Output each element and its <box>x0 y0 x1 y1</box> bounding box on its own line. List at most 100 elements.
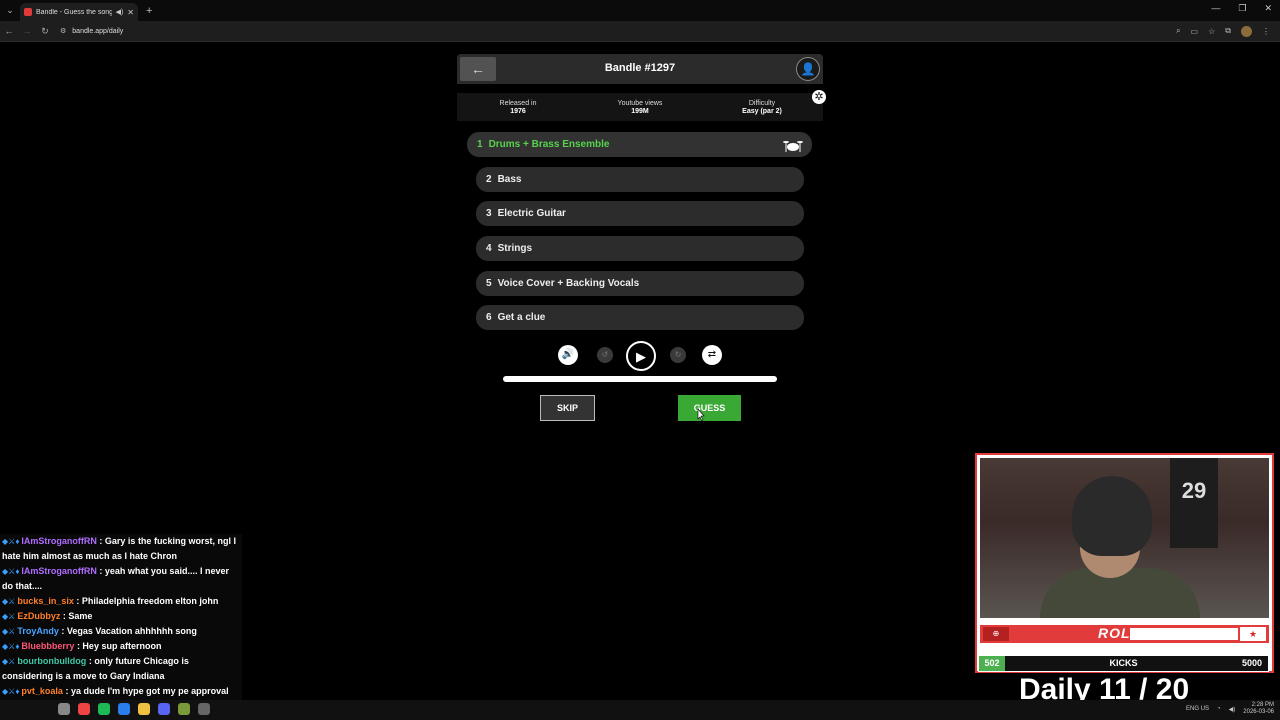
taskbar-apps <box>58 703 210 715</box>
chat-badges-icon: ◆⚔ <box>2 627 16 636</box>
tab-close-icon[interactable]: ✕ <box>127 8 134 17</box>
instrument-rounds-list: 1 Drums + Brass Ensemble 2 Bass 3 Electr… <box>467 132 812 340</box>
skip-button[interactable]: SKIP <box>540 395 595 421</box>
chat-message: ◆⚔ bourbonbulldog : only future Chicago i… <box>2 654 242 684</box>
round-number: 1 <box>477 139 483 150</box>
kicks-goal-bar: 502 KICKS 5000 <box>978 655 1269 672</box>
stat-label: Youtube views <box>617 99 663 107</box>
chat-username: bourbonbulldog <box>17 656 87 666</box>
song-stats-bar: Released in 1976 Youtube views 199M Diff… <box>457 93 823 121</box>
browser-toolbar: ← → ↻ ⚙ bandle.app/daily ⌕ ▭ ☆ ⧉ ⋮ <box>0 21 1280 42</box>
repeat-off-icon[interactable]: ⇄ <box>702 345 722 365</box>
stat-value: 1976 <box>510 107 526 115</box>
round-number: 6 <box>486 312 492 324</box>
forward-icon[interactable]: ↻ <box>670 347 686 363</box>
site-info-icon[interactable]: ⚙ <box>60 27 66 35</box>
chat-message: ◆⚔♦ IAmStroganoffRN : Gary is the fucking… <box>2 534 242 564</box>
language-indicator[interactable]: ENG US <box>1186 706 1209 712</box>
play-button[interactable]: ▶ <box>626 341 656 371</box>
chat-badges-icon: ◆⚔♦ <box>2 642 20 651</box>
taskbar-folder-icon[interactable] <box>138 703 150 715</box>
forward-nav-icon[interactable]: → <box>18 26 36 36</box>
streamer-cap <box>1072 476 1152 556</box>
kicks-max: 5000 <box>1241 658 1262 668</box>
user-profile-icon[interactable]: 👤 <box>796 57 820 81</box>
stat-label: Released in <box>499 99 537 107</box>
new-tab-button[interactable]: + <box>146 5 152 17</box>
bookmark-star-icon[interactable]: ☆ <box>1208 27 1215 36</box>
close-window-button[interactable]: ✕ <box>1264 3 1272 14</box>
taskbar-spotify-icon[interactable] <box>98 703 110 715</box>
cast-icon[interactable]: ▭ <box>1191 27 1199 36</box>
chat-badges-icon: ◆⚔ <box>2 612 16 621</box>
page-title: Bandle #1297 <box>604 62 676 74</box>
volume-icon[interactable]: 🔊 <box>558 345 578 365</box>
audio-progress-bar[interactable] <box>503 376 777 382</box>
toolbar-actions: ⌕ ▭ ☆ ⧉ ⋮ <box>1176 25 1270 37</box>
browser-tab[interactable]: Bandle - Guess the song, o ◀) ✕ <box>20 3 138 21</box>
round-item-1[interactable]: 1 Drums + Brass Ensemble <box>467 132 812 157</box>
menu-kebab-icon[interactable]: ⋮ <box>1262 27 1270 36</box>
clock-date: 2026-03-06 <box>1243 709 1274 715</box>
round-item-3[interactable]: 3 Electric Guitar <box>476 201 804 227</box>
address-bar[interactable]: ⚙ bandle.app/daily <box>60 24 1176 39</box>
chat-badges-icon: ◆⚔♦ <box>2 567 20 576</box>
wifi-icon[interactable]: ◔ <box>1217 706 1221 712</box>
zoom-icon[interactable]: ⌕ <box>1176 26 1180 36</box>
minimize-button[interactable]: — <box>1211 3 1220 14</box>
settings-gear-icon[interactable]: ✲ <box>812 90 826 104</box>
round-item-5[interactable]: 5 Voice Cover + Backing Vocals <box>476 270 804 296</box>
clock[interactable]: 2:28 PM 2026-03-06 <box>1243 702 1274 716</box>
jersey-number: 29 <box>1170 458 1218 548</box>
tab-strip: ⌄ Bandle - Guess the song, o ◀) ✕ + — ❐ … <box>0 0 1280 21</box>
taskbar-search-icon[interactable] <box>58 703 70 715</box>
taskbar-browser-icon[interactable] <box>78 703 90 715</box>
stat-youtube-views: Youtube views 199M <box>585 100 695 115</box>
chat-text: : Hey sup afternoon <box>76 641 162 651</box>
round-item-2[interactable]: 2 Bass <box>476 166 804 192</box>
chat-message: ◆⚔ TroyAndy : Vegas Vacation ahhhhhh song <box>2 624 242 639</box>
os-taskbar: ENG US ◔ ◀) 2:28 PM 2026-03-06 <box>0 700 1280 720</box>
webcam-feed: 29 <box>980 458 1269 618</box>
window-controls: — ❐ ✕ <box>1211 3 1272 14</box>
chat-message: ◆⚔♦ IAmStroganoffRN : yeah what you said.… <box>2 564 242 594</box>
speaker-icon[interactable]: ◀) <box>1229 706 1236 713</box>
chat-text: : Same <box>62 611 93 621</box>
stat-value: Easy (par 2) <box>742 107 782 115</box>
guess-button[interactable]: GUESS <box>678 395 741 421</box>
round-item-4[interactable]: 4 Strings <box>476 236 804 262</box>
taskbar-app-icon[interactable] <box>198 703 210 715</box>
mouse-cursor-icon <box>697 409 705 421</box>
system-tray: ENG US ◔ ◀) 2:28 PM 2026-03-06 <box>1186 702 1274 716</box>
stat-released: Released in 1976 <box>463 100 573 115</box>
bandle-favicon-icon <box>24 8 32 16</box>
chat-text: : Philadelphia freedom elton john <box>76 596 219 606</box>
reload-icon[interactable]: ↻ <box>36 26 54 37</box>
chat-username: bucks_in_six <box>17 596 74 606</box>
chat-username: pvt_koala <box>21 686 63 696</box>
round-label: Get a clue <box>497 312 546 324</box>
drum-kit-icon <box>783 141 803 152</box>
tab-audio-icon[interactable]: ◀) <box>116 8 124 16</box>
chat-text: : Vegas Vacation ahhhhhh song <box>61 626 197 636</box>
chat-badges-icon: ◆⚔♦ <box>2 537 20 546</box>
taskbar-app-icon[interactable] <box>118 703 130 715</box>
stream-chat-overlay: ◆⚔♦ IAmStroganoffRN : Gary is the fucking… <box>0 534 242 720</box>
profile-avatar[interactable] <box>1241 25 1252 37</box>
taskbar-discord-icon[interactable] <box>158 703 170 715</box>
back-nav-icon[interactable]: ← <box>0 26 18 36</box>
round-item-6[interactable]: 6 Get a clue <box>476 305 804 331</box>
tab-search-chevron-icon[interactable]: ⌄ <box>0 5 20 16</box>
restore-button[interactable]: ❐ <box>1238 3 1246 14</box>
chat-badges-icon: ◆⚔ <box>2 597 16 606</box>
chat-username: IAmStroganoffRN <box>21 566 97 576</box>
chat-username: TroyAndy <box>17 626 59 636</box>
round-number: 4 <box>486 243 492 255</box>
taskbar-app-icon[interactable] <box>178 703 190 715</box>
stream-banner: ⊕ ROLO ★ <box>980 625 1269 643</box>
extensions-icon[interactable]: ⧉ <box>1225 26 1231 36</box>
webcam-overlay: 29 ⊕ ROLO ★ <box>975 453 1274 673</box>
banner-strip <box>1130 628 1238 640</box>
rewind-icon[interactable]: ↺ <box>597 347 613 363</box>
chat-username: IAmStroganoffRN <box>21 536 97 546</box>
